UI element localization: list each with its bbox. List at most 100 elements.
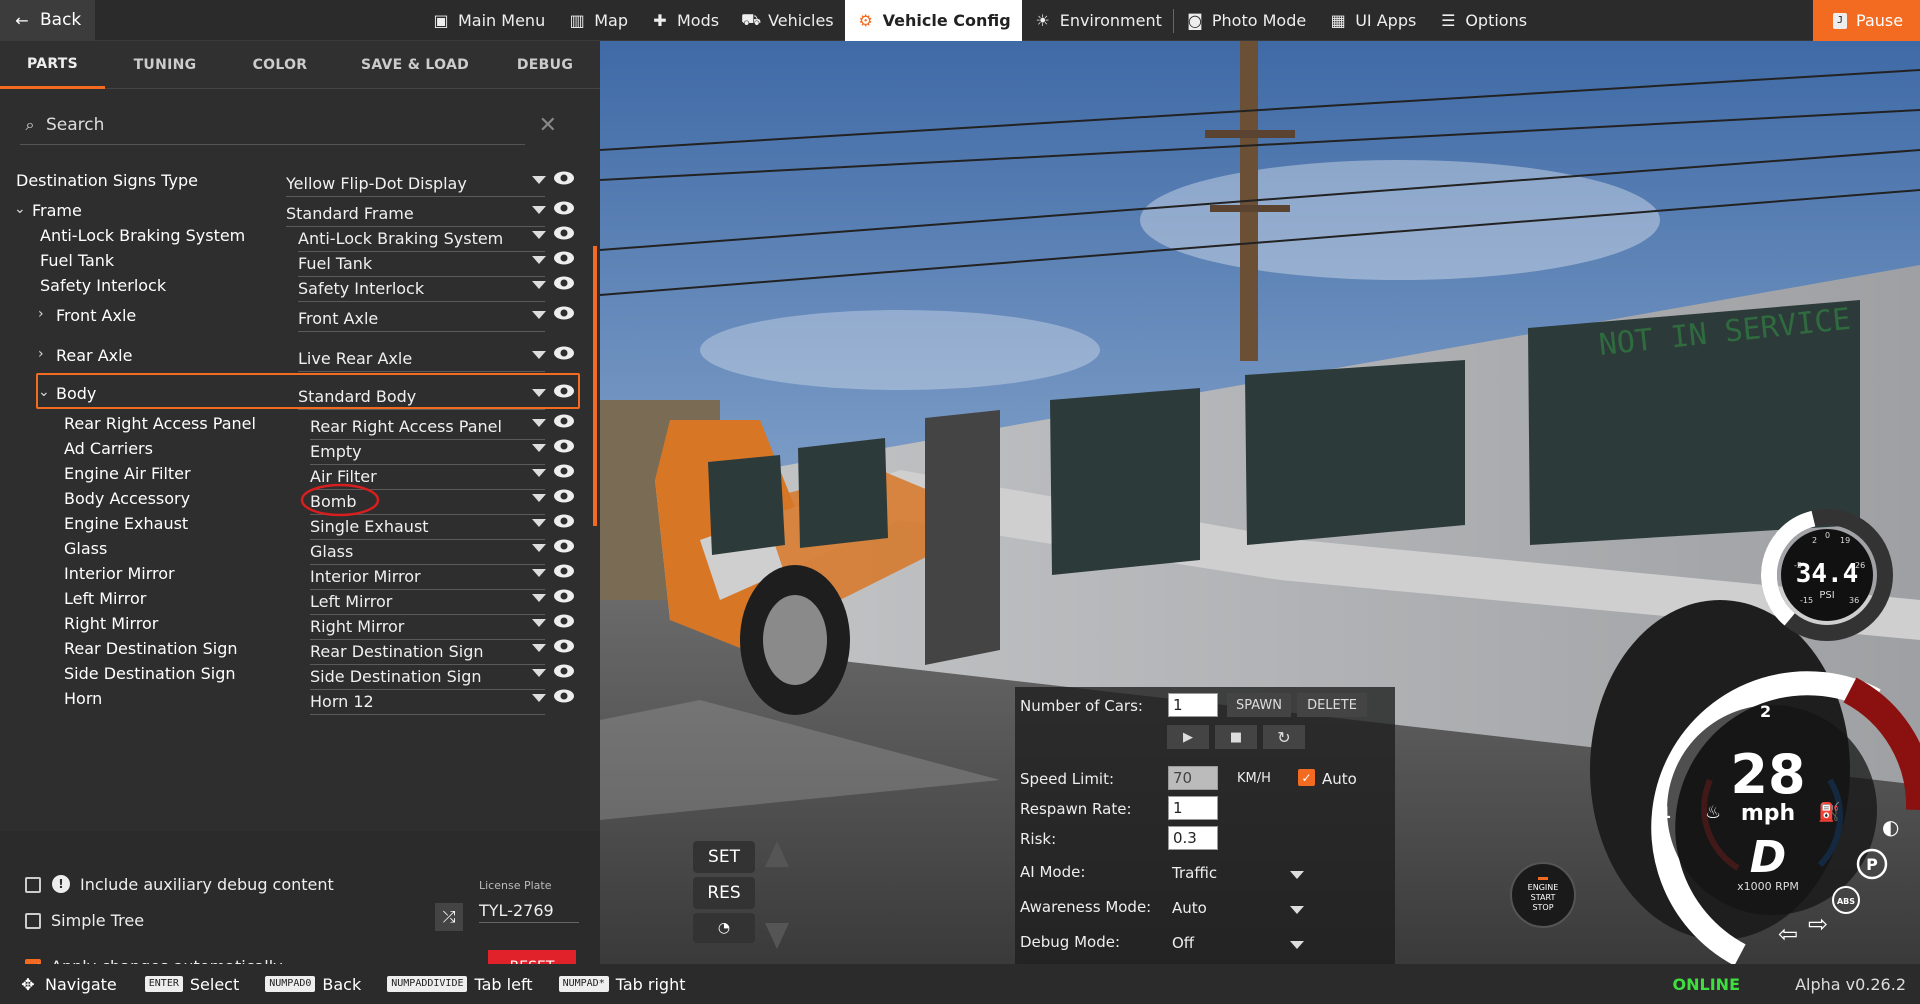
eye-icon[interactable] [553,463,575,479]
dropdown-arrow-icon[interactable] [532,231,546,239]
nav-vehicles[interactable]: ⛟ Vehicles [730,0,845,41]
cars-input[interactable]: 1 [1168,693,1218,717]
speed-limit-input[interactable]: 70 [1168,766,1218,790]
engine-start-stop-button[interactable]: ENGINE START STOP [1510,862,1576,928]
dropdown-arrow-icon[interactable] [532,669,546,677]
delete-button[interactable]: DELETE [1297,693,1367,717]
eye-icon[interactable] [553,638,575,654]
cruise-up-icon[interactable] [765,841,789,867]
dropdown-arrow-icon[interactable] [532,206,546,214]
eye-icon[interactable] [553,413,575,429]
eye-icon[interactable] [553,613,575,629]
tab-color[interactable]: COLOR [225,41,335,89]
parts-tree-row[interactable]: › Rear Axle Live Rear Axle [0,341,590,372]
parts-tree-row[interactable]: ⌄ Body Standard Body [0,373,590,410]
chevron-right-icon[interactable]: › [38,306,44,322]
ai-mode-dropdown-icon[interactable] [1290,871,1304,879]
aux-debug-checkbox[interactable] [25,877,41,893]
nav-options[interactable]: ☰ Options [1427,0,1538,41]
tab-save-load[interactable]: SAVE & LOAD [335,41,495,89]
auto-checkbox[interactable]: ✓ [1298,769,1315,786]
eye-icon[interactable] [553,438,575,454]
chevron-down-icon[interactable]: ⌄ [14,201,26,217]
dropdown-arrow-icon[interactable] [532,311,546,319]
eye-icon[interactable] [553,663,575,679]
nav-ui-apps[interactable]: ▦ UI Apps [1317,0,1427,41]
eye-icon[interactable] [553,200,575,216]
eye-icon[interactable] [553,275,575,291]
dropdown-arrow-icon[interactable] [532,644,546,652]
parts-tree-row[interactable]: Horn Horn 12 [0,684,590,715]
part-slot-select[interactable]: Horn 12 [310,692,374,711]
part-slot-select[interactable]: Safety Interlock [298,279,424,298]
eye-icon[interactable] [553,305,575,321]
nav-environment[interactable]: ☀ Environment [1022,0,1173,41]
cruise-res-button[interactable]: RES [693,877,755,909]
back-button[interactable]: ← Back [0,0,95,41]
awareness-select[interactable]: Auto [1172,899,1207,917]
chevron-right-icon[interactable]: › [38,346,44,362]
eye-icon[interactable] [553,170,575,186]
part-slot-select[interactable]: Yellow Flip-Dot Display [286,174,467,193]
dropdown-arrow-icon[interactable] [532,544,546,552]
part-slot-select[interactable]: Front Axle [298,309,378,328]
dropdown-arrow-icon[interactable] [532,351,546,359]
search-bar[interactable]: ⌕ Search ✕ [20,105,557,145]
dropdown-arrow-icon[interactable] [532,389,546,397]
tab-parts[interactable]: PARTS [0,41,105,89]
play-icon[interactable]: ▶ [1167,725,1209,749]
part-slot-select[interactable]: Live Rear Axle [298,349,412,368]
risk-input[interactable]: 0.3 [1168,826,1218,850]
clear-search-icon[interactable]: ✕ [539,113,557,138]
dropdown-arrow-icon[interactable] [532,519,546,527]
respawn-input[interactable]: 1 [1168,796,1218,820]
parts-tree-row[interactable]: Destination Signs Type Yellow Flip-Dot Di… [0,166,590,197]
dropdown-arrow-icon[interactable] [532,694,546,702]
refresh-icon[interactable]: ↻ [1263,725,1305,749]
ai-mode-select[interactable]: Traffic [1172,864,1217,882]
cruise-speed-icon[interactable]: ◔ [693,913,755,943]
chevron-down-icon[interactable]: ⌄ [38,384,50,400]
eye-icon[interactable] [553,250,575,266]
eye-icon[interactable] [553,563,575,579]
dropdown-arrow-icon[interactable] [532,469,546,477]
eye-icon[interactable] [553,513,575,529]
eye-icon[interactable] [553,538,575,554]
license-plate-input[interactable]: TYL-2769 [479,901,579,923]
simple-tree-checkbox[interactable] [25,913,41,929]
pause-button[interactable]: J Pause [1813,0,1920,41]
nav-vehicle-config[interactable]: ⚙ Vehicle Config [844,0,1022,41]
nav-main-menu[interactable]: ▣ Main Menu [420,0,556,41]
dropdown-arrow-icon[interactable] [532,594,546,602]
debug-mode-select[interactable]: Off [1172,934,1194,952]
shuffle-icon[interactable]: ⤮ [435,903,463,931]
awareness-dropdown-icon[interactable] [1290,906,1304,914]
dropdown-arrow-icon[interactable] [532,281,546,289]
dropdown-arrow-icon[interactable] [532,419,546,427]
eye-icon[interactable] [553,588,575,604]
eye-icon[interactable] [553,225,575,241]
dropdown-arrow-icon[interactable] [532,494,546,502]
debug-mode-dropdown-icon[interactable] [1290,941,1304,949]
dropdown-arrow-icon[interactable] [532,444,546,452]
cruise-down-icon[interactable] [765,923,789,949]
nav-map[interactable]: ▥ Map [556,0,639,41]
nav-mods[interactable]: ✚ Mods [639,0,730,41]
tab-debug[interactable]: DEBUG [495,41,595,89]
eye-icon[interactable] [553,345,575,361]
search-input[interactable]: Search [46,115,104,135]
tree-scrollbar[interactable] [593,246,597,526]
eye-icon[interactable] [553,688,575,704]
cruise-set-button[interactable]: SET [693,841,755,873]
parts-tree-row[interactable]: Safety Interlock Safety Interlock [0,271,590,302]
tab-tuning[interactable]: TUNING [105,41,225,89]
eye-icon[interactable] [553,383,575,399]
spawn-button[interactable]: SPAWN [1227,693,1291,717]
eye-icon[interactable] [553,488,575,504]
part-slot-select[interactable]: Standard Body [298,387,416,406]
dropdown-arrow-icon[interactable] [532,176,546,184]
stop-icon[interactable]: ■ [1215,725,1257,749]
parts-tree-row[interactable]: › Front Axle Front Axle [0,301,590,332]
dropdown-arrow-icon[interactable] [532,256,546,264]
nav-photo-mode[interactable]: ◙ Photo Mode [1174,0,1317,41]
